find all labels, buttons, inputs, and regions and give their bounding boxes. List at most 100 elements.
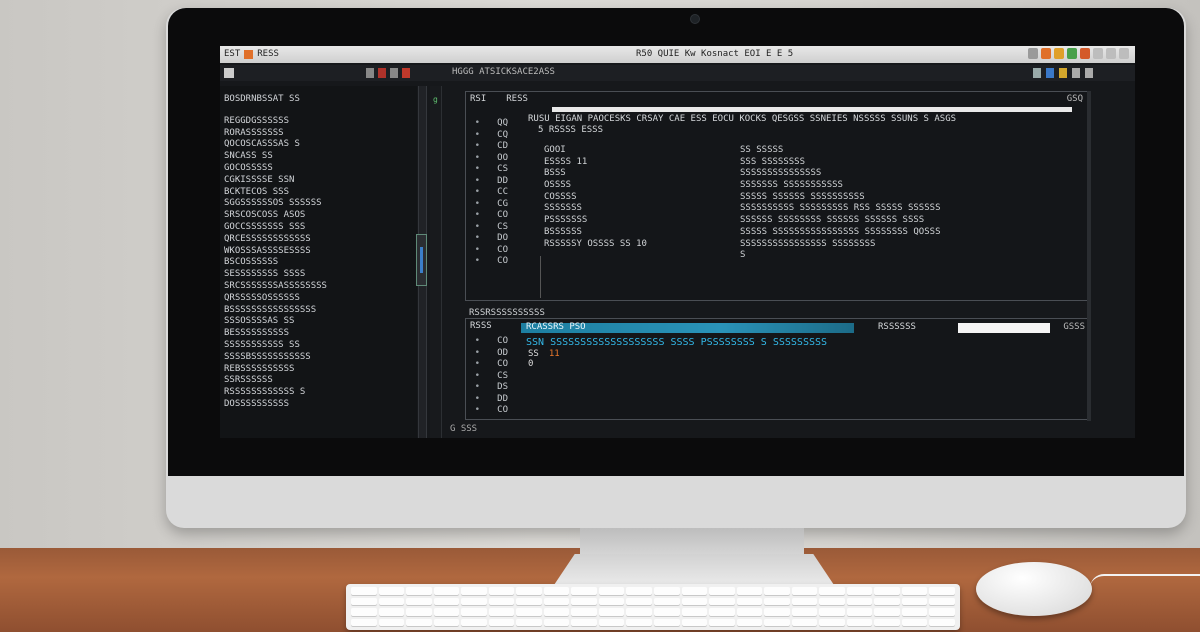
keyboard-key[interactable]: [516, 587, 542, 596]
keyboard-key[interactable]: [736, 618, 763, 627]
keyboard-key[interactable]: [378, 587, 405, 596]
keyboard-key[interactable]: [819, 597, 845, 606]
breakpoint-icon[interactable]: •: [466, 245, 480, 256]
breakpoint-icon[interactable]: •: [466, 222, 480, 233]
keyboard-key[interactable]: [791, 587, 818, 596]
breakpoint-icon[interactable]: •: [466, 187, 480, 198]
keyboard-key[interactable]: [351, 608, 377, 617]
keyboard-key[interactable]: [488, 618, 515, 627]
console-input[interactable]: [958, 323, 1050, 333]
scrollbar-thumb[interactable]: [416, 234, 427, 286]
keyboard-key[interactable]: [791, 618, 818, 627]
keyboard-key[interactable]: [764, 597, 790, 606]
explorer-item[interactable]: SSSOSSSSAS SS: [224, 316, 417, 328]
keyboard-key[interactable]: [598, 597, 625, 606]
keyboard-key[interactable]: [571, 587, 597, 596]
explorer-item[interactable]: GOCOSSSSS: [224, 163, 417, 175]
keyboard-key[interactable]: [791, 608, 818, 617]
record-icon[interactable]: [1041, 48, 1051, 59]
keyboard-key[interactable]: [378, 597, 405, 606]
keyboard-key[interactable]: [791, 597, 818, 606]
keyboard-key[interactable]: [626, 587, 652, 596]
breakpoint-icon[interactable]: •: [466, 153, 480, 164]
layout-icon[interactable]: [1085, 68, 1093, 78]
warning-icon[interactable]: [1054, 48, 1064, 59]
keyboard-key[interactable]: [681, 587, 708, 596]
keyboard-key[interactable]: [461, 608, 487, 617]
explorer-item[interactable]: RSSSSSSSSSSSS S: [224, 387, 417, 399]
explorer-item[interactable]: BSCOSSSSSS: [224, 257, 417, 269]
keyboard-key[interactable]: [378, 608, 405, 617]
explorer-item[interactable]: DOSSSSSSSSSS: [224, 399, 417, 411]
explorer-item[interactable]: WKOSSSASSSSESSSS: [224, 246, 417, 258]
keyboard-key[interactable]: [461, 587, 487, 596]
keyboard-key[interactable]: [571, 618, 597, 627]
keyboard-key[interactable]: [351, 587, 377, 596]
keyboard-key[interactable]: [736, 608, 763, 617]
keyboard-key[interactable]: [488, 597, 515, 606]
keyboard-key[interactable]: [846, 608, 873, 617]
keyboard-key[interactable]: [653, 608, 680, 617]
keyboard-key[interactable]: [929, 608, 955, 617]
keyboard-key[interactable]: [764, 618, 790, 627]
minimize-button[interactable]: [1093, 48, 1103, 59]
close-button[interactable]: [1119, 48, 1129, 59]
stop-icon[interactable]: [1080, 48, 1090, 59]
breakpoint-icon[interactable]: •: [466, 118, 480, 129]
keyboard-key[interactable]: [846, 597, 873, 606]
keyboard-key[interactable]: [874, 587, 900, 596]
explorer-item[interactable]: SESSSSSSSS SSSS: [224, 269, 417, 281]
keyboard-key[interactable]: [874, 597, 900, 606]
keyboard-key[interactable]: [929, 587, 955, 596]
explorer-item[interactable]: QRCESSSSSSSSSSSS: [224, 234, 417, 246]
breakpoint-icon[interactable]: •: [466, 336, 480, 347]
explorer-item[interactable]: SRSCOSCOSS ASOS: [224, 210, 417, 222]
explorer-item[interactable]: SSRSSSSSS: [224, 375, 417, 387]
explorer-item[interactable]: QRSSSSSOSSSSSS: [224, 293, 417, 305]
keyboard-key[interactable]: [406, 597, 432, 606]
keyboard[interactable]: [346, 584, 960, 630]
keyboard-key[interactable]: [736, 587, 763, 596]
explorer-item[interactable]: BESSSSSSSSSS: [224, 328, 417, 340]
breakpoint-icon[interactable]: •: [466, 233, 480, 244]
explorer-item[interactable]: CGKISSSSE SSN: [224, 175, 417, 187]
keyboard-key[interactable]: [571, 597, 597, 606]
keyboard-key[interactable]: [516, 597, 542, 606]
keyboard-key[interactable]: [433, 618, 460, 627]
breakpoint-icon[interactable]: •: [466, 256, 480, 267]
explorer-item[interactable]: RORASSSSSSS: [224, 128, 417, 140]
keyboard-key[interactable]: [874, 608, 900, 617]
keyboard-key[interactable]: [378, 618, 405, 627]
keyboard-key[interactable]: [598, 587, 625, 596]
keyboard-key[interactable]: [764, 587, 790, 596]
keyboard-key[interactable]: [433, 597, 460, 606]
keyboard-key[interactable]: [571, 608, 597, 617]
explorer-item[interactable]: SNCASS SS: [224, 151, 417, 163]
explorer-item[interactable]: REGGDGSSSSSS: [224, 116, 417, 128]
keyboard-key[interactable]: [709, 608, 735, 617]
editor-scrollbar[interactable]: [1087, 91, 1091, 421]
breakpoint-icon[interactable]: •: [466, 394, 480, 405]
keyboard-key[interactable]: [846, 618, 873, 627]
toolbar-icon[interactable]: [1028, 48, 1038, 59]
keyboard-key[interactable]: [929, 618, 955, 627]
keyboard-key[interactable]: [626, 618, 652, 627]
keyboard-key[interactable]: [488, 608, 515, 617]
keyboard-key[interactable]: [901, 597, 928, 606]
breakpoint-icon[interactable]: •: [466, 199, 480, 210]
keyboard-key[interactable]: [543, 587, 570, 596]
breakpoint-icon[interactable]: •: [466, 130, 480, 141]
menu-icon[interactable]: [224, 68, 234, 78]
editor-tab-1[interactable]: RSI: [470, 94, 486, 105]
keyboard-key[interactable]: [819, 618, 845, 627]
maximize-button[interactable]: [1106, 48, 1116, 59]
keyboard-key[interactable]: [929, 597, 955, 606]
keyboard-key[interactable]: [543, 597, 570, 606]
keyboard-key[interactable]: [901, 618, 928, 627]
keyboard-key[interactable]: [736, 597, 763, 606]
explorer-item[interactable]: SSSSSSSSSSS SS: [224, 340, 417, 352]
keyboard-key[interactable]: [846, 587, 873, 596]
keyboard-key[interactable]: [516, 618, 542, 627]
keyboard-key[interactable]: [901, 608, 928, 617]
explorer-item[interactable]: REBSSSSSSSSSS: [224, 364, 417, 376]
